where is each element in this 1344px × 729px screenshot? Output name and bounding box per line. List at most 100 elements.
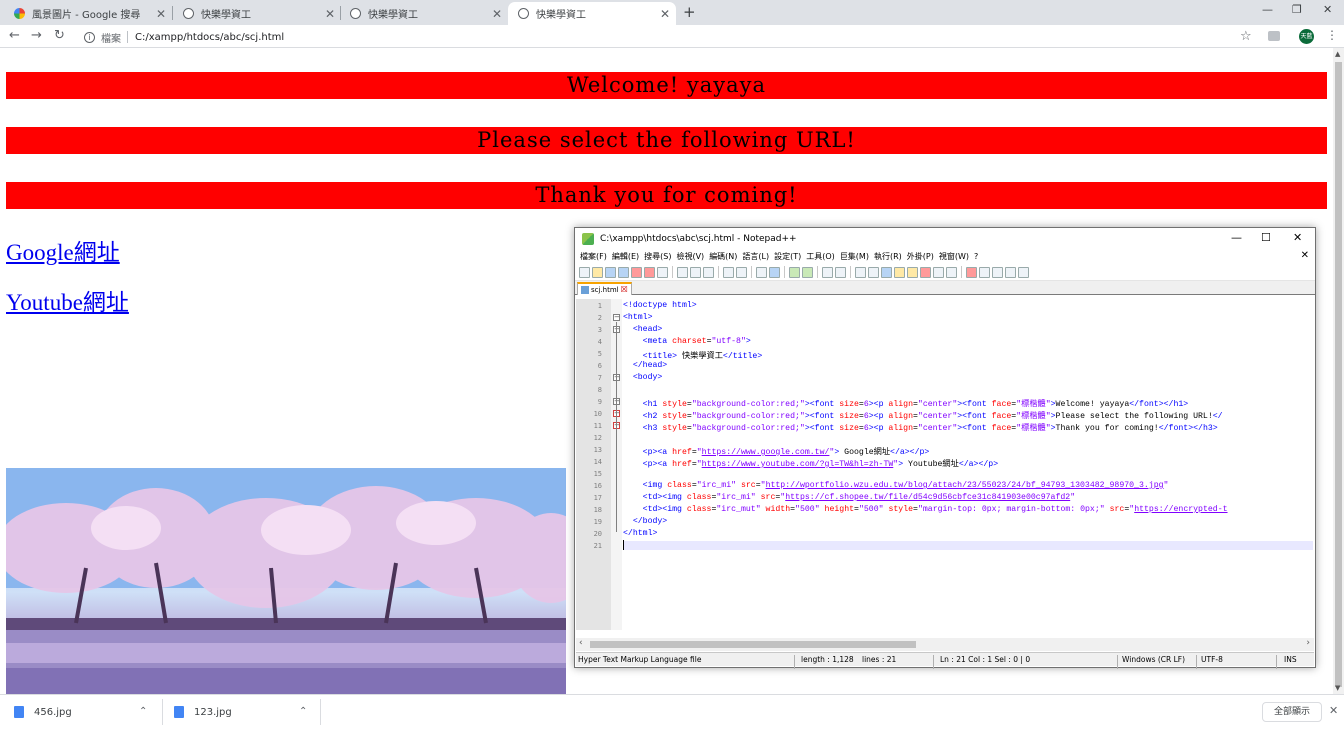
menu-tools[interactable]: 工具(O) <box>806 251 835 262</box>
scroll-down-icon[interactable]: ▼ <box>1335 684 1340 692</box>
more-menu-icon[interactable]: ⋮ <box>1326 28 1338 42</box>
reload-icon[interactable]: ↻ <box>54 28 65 43</box>
menu-run[interactable]: 執行(R) <box>874 251 902 262</box>
download-item[interactable]: 123.jpg ⌃ <box>174 695 319 729</box>
word-wrap-icon[interactable] <box>855 266 866 278</box>
code-editor[interactable]: 123456789101112131415161718192021 − − − … <box>576 299 1314 640</box>
minimize-icon[interactable]: — <box>1262 3 1273 16</box>
file-icon <box>581 285 589 294</box>
close-icon[interactable]: ✕ <box>156 7 166 21</box>
save-all-icon[interactable] <box>618 266 629 278</box>
menu-plugins[interactable]: 外掛(P) <box>907 251 934 262</box>
tab-google-search[interactable]: 風景圖片 - Google 搜尋 ✕ <box>4 2 172 25</box>
scroll-left-icon[interactable]: ‹ <box>579 638 583 648</box>
menu-help[interactable]: ? <box>974 252 978 261</box>
folder-workspace-icon[interactable] <box>933 266 944 278</box>
tab-page-4-active[interactable]: 快樂學資工 ✕ <box>508 2 676 25</box>
scroll-right-icon[interactable]: › <box>1306 638 1310 648</box>
bookmark-star-icon[interactable]: ☆ <box>1240 29 1252 44</box>
save-macro-icon[interactable] <box>1018 266 1029 278</box>
code-line-7: <body> <box>632 373 663 382</box>
chevron-up-icon[interactable]: ⌃ <box>139 706 147 717</box>
menu-edit[interactable]: 編輯(E) <box>612 251 639 262</box>
close-all-icon[interactable] <box>644 266 655 278</box>
zoom-in-icon[interactable] <box>789 266 800 278</box>
print-icon[interactable] <box>657 266 668 278</box>
menu-language[interactable]: 語言(L) <box>742 251 769 262</box>
line-number: 5 <box>597 350 602 358</box>
copy-icon[interactable] <box>690 266 701 278</box>
npp-menu-bar: 檔案(F) 編輯(E) 搜尋(S) 檢視(V) 編碼(N) 語言(L) 設定(T… <box>575 249 1315 264</box>
chevron-up-icon[interactable]: ⌃ <box>299 706 307 717</box>
zoom-out-icon[interactable] <box>802 266 813 278</box>
status-divider <box>1117 655 1118 669</box>
scrollbar-thumb[interactable] <box>1335 62 1342 687</box>
close-window-icon[interactable]: ✕ <box>1323 3 1332 16</box>
close-tab-icon[interactable]: ☒ <box>621 285 628 294</box>
find-icon[interactable] <box>756 266 767 278</box>
line-number: 19 <box>593 518 602 526</box>
paste-icon[interactable] <box>703 266 714 278</box>
close-shelf-icon[interactable]: ✕ <box>1329 704 1338 717</box>
save-icon[interactable] <box>605 266 616 278</box>
google-link[interactable]: Google網址 <box>6 233 120 267</box>
menu-macro[interactable]: 巨集(M) <box>840 251 869 262</box>
function-list-icon[interactable] <box>920 266 931 278</box>
text-caret <box>623 540 624 550</box>
download-divider <box>162 699 163 725</box>
menu-search[interactable]: 搜尋(S) <box>644 251 671 262</box>
horizontal-scrollbar[interactable]: ‹ › <box>576 638 1314 651</box>
sync-vertical-icon[interactable] <box>822 266 833 278</box>
menu-view[interactable]: 檢視(V) <box>676 251 704 262</box>
tab-page-2[interactable]: 快樂學資工 ✕ <box>173 2 341 25</box>
redo-icon[interactable] <box>736 266 747 278</box>
npp-minimize-icon[interactable]: — <box>1231 231 1242 244</box>
scrollbar-thumb[interactable] <box>590 641 916 648</box>
play-macro-icon[interactable] <box>992 266 1003 278</box>
stop-macro-icon[interactable] <box>979 266 990 278</box>
new-tab-icon[interactable]: + <box>683 3 696 21</box>
npp-close-icon[interactable]: ✕ <box>1293 231 1302 244</box>
close-document-icon[interactable]: ✕ <box>1301 250 1309 261</box>
replace-icon[interactable] <box>769 266 780 278</box>
page-vertical-scrollbar[interactable]: ▲ ▼ <box>1333 48 1344 694</box>
close-file-icon[interactable] <box>631 266 642 278</box>
npp-maximize-icon[interactable]: ☐ <box>1261 231 1271 244</box>
youtube-link[interactable]: Youtube網址 <box>6 283 129 317</box>
scroll-up-icon[interactable]: ▲ <box>1335 50 1340 58</box>
close-icon[interactable]: ✕ <box>492 7 502 21</box>
profile-avatar[interactable]: 天藍 <box>1299 29 1314 44</box>
record-macro-icon[interactable] <box>966 266 977 278</box>
tab-page-3[interactable]: 快樂學資工 ✕ <box>340 2 508 25</box>
fold-toggle-icon[interactable]: − <box>613 314 620 321</box>
address-bar[interactable]: i 檔案 C:/xampp/htdocs/abc/scj.html <box>76 27 1260 47</box>
url-text[interactable]: C:/xampp/htdocs/abc/scj.html <box>135 32 284 43</box>
cut-icon[interactable] <box>677 266 688 278</box>
udl-icon[interactable] <box>894 266 905 278</box>
status-lines: lines : 21 <box>862 655 897 664</box>
back-icon[interactable]: ← <box>9 28 20 43</box>
forward-icon[interactable]: → <box>31 28 42 43</box>
undo-icon[interactable] <box>723 266 734 278</box>
close-icon[interactable]: ✕ <box>325 7 335 21</box>
show-all-downloads-button[interactable]: 全部顯示 <box>1262 702 1322 722</box>
divider <box>127 31 128 43</box>
extension-icon[interactable] <box>1268 31 1280 41</box>
close-icon[interactable]: ✕ <box>660 7 670 21</box>
restore-icon[interactable]: ❐ <box>1292 3 1302 16</box>
sync-horizontal-icon[interactable] <box>835 266 846 278</box>
open-file-icon[interactable] <box>592 266 603 278</box>
menu-encoding[interactable]: 編碼(N) <box>709 251 737 262</box>
download-item[interactable]: 456.jpg ⌃ <box>14 695 159 729</box>
show-all-chars-icon[interactable] <box>868 266 879 278</box>
indent-guide-icon[interactable] <box>881 266 892 278</box>
menu-settings[interactable]: 設定(T) <box>774 251 801 262</box>
new-file-icon[interactable] <box>579 266 590 278</box>
run-macro-multiple-icon[interactable] <box>1005 266 1016 278</box>
info-icon[interactable]: i <box>84 31 95 43</box>
document-map-icon[interactable] <box>907 266 918 278</box>
menu-file[interactable]: 檔案(F) <box>580 251 607 262</box>
file-tab-scj-html[interactable]: scj.html ☒ <box>577 282 632 295</box>
menu-window[interactable]: 視窗(W) <box>939 251 969 262</box>
monitoring-icon[interactable] <box>946 266 957 278</box>
